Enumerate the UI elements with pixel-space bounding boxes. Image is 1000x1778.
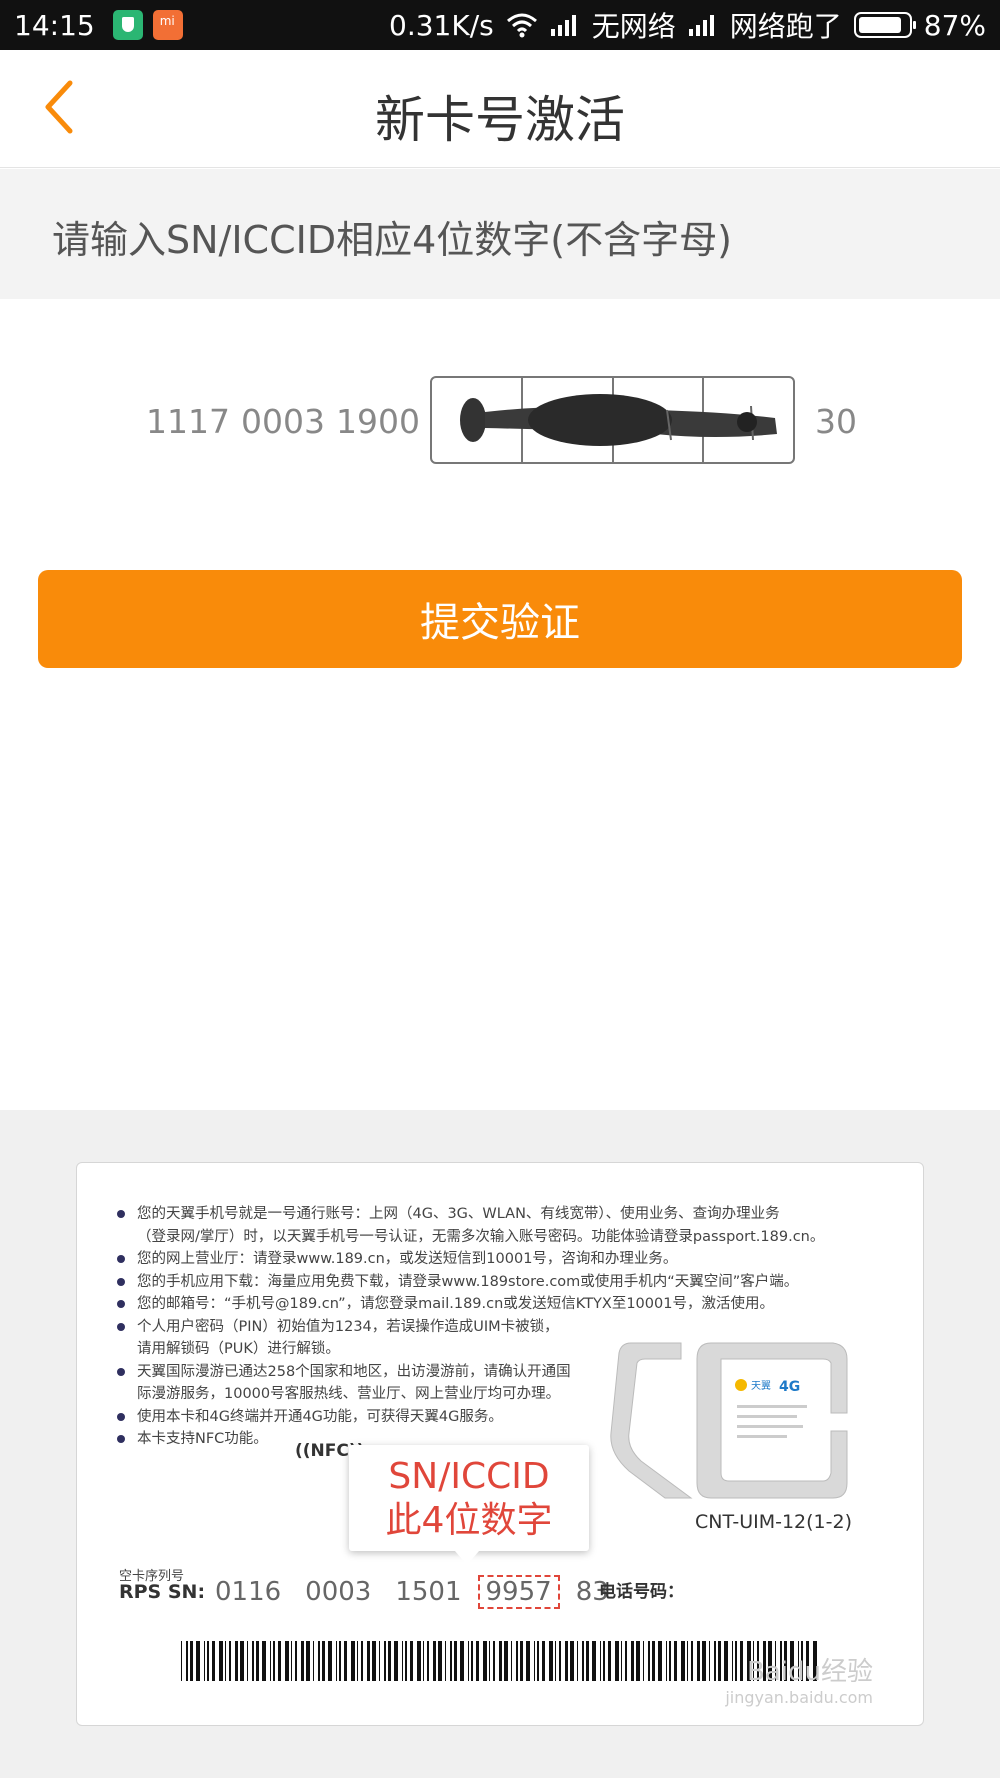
redaction-scribble — [460, 394, 777, 446]
sn-prefix-group-2: 0003 — [241, 402, 325, 441]
card-bullet: 您的网上营业厅：请登录www.189.cn，或发送短信到10001号，咨询和办理… — [117, 1248, 907, 1271]
watermark-text: Baidu经验 — [747, 1657, 873, 1687]
instruction-text: 请输入SN/ICCID相应4位数字(不含字母) — [52, 218, 732, 262]
svg-text:天翼: 天翼 — [751, 1380, 771, 1392]
card-sn-group: 0003 — [305, 1577, 372, 1607]
network-speed: 0.31K/s — [389, 8, 494, 42]
mi-store-icon — [152, 10, 183, 40]
watermark-url: jingyan.baidu.com — [725, 1688, 873, 1707]
card-sn-group: 0116 — [215, 1577, 282, 1607]
status-right: 0.31K/s 无网络 网络跑了 87% — [389, 5, 986, 45]
sim-model-label: CNT-UIM-12(1-2) — [695, 1511, 852, 1533]
sn-callout: SN/ICCID 此4位数字 — [349, 1445, 589, 1565]
sn-input-row: 1117 0003 1900 30 — [0, 370, 1000, 470]
card-sn-highlight-group: 9957 — [477, 1575, 560, 1609]
submit-verify-button[interactable]: 提交验证 — [38, 570, 962, 668]
baidu-watermark: Baidu经验 jingyan.baidu.com — [725, 1651, 873, 1707]
security-shield-icon — [112, 10, 143, 40]
sn-suffix: 30 — [815, 402, 857, 441]
callout-line-2: 此4位数字 — [385, 1500, 553, 1541]
card-bullet: 您的手机应用下载：海量应用免费下载，请登录www.189store.com或使用… — [117, 1271, 907, 1294]
network-status-1: 无网络 — [591, 10, 676, 43]
hint-area: 您的天翼手机号就是一号通行账号：上网（4G、3G、WLAN、有线宽带）、使用业务… — [0, 1110, 1000, 1778]
sn-label: RPS SN: — [119, 1581, 206, 1603]
page-title: 新卡号激活 — [375, 91, 625, 149]
signal-icon — [550, 13, 580, 37]
card-bullet: 您的天翼手机号就是一号通行账号：上网（4G、3G、WLAN、有线宽带）、使用业务… — [117, 1203, 907, 1226]
instruction-banner: 请输入SN/ICCID相应4位数字(不含字母) — [0, 169, 1000, 299]
card-bullet: 您的邮箱号：“手机号@189.cn”，请您登录mail.189.cn或发送短信K… — [117, 1293, 907, 1316]
callout-line-1: SN/ICCID — [388, 1456, 550, 1497]
status-time: 14:15 — [14, 8, 95, 42]
sn-prefix-group-1: 1117 — [146, 402, 230, 441]
phone-number-label: 电话号码： — [599, 1582, 684, 1602]
sim-card-sample-image: 您的天翼手机号就是一号通行账号：上网（4G、3G、WLAN、有线宽带）、使用业务… — [76, 1162, 924, 1726]
network-status-2: 网络跑了 — [729, 10, 842, 43]
battery-icon — [853, 12, 916, 38]
status-bar: 14:15 0.31K/s 无网络 网络跑了 87% — [0, 0, 1000, 50]
signal-icon-2 — [688, 13, 718, 37]
nav-bar: 新卡号激活 — [0, 50, 1000, 168]
sn-prefix-group-3: 1900 — [336, 402, 420, 441]
sim-cutout-icon: 天翼 4G — [610, 1342, 848, 1499]
battery-percent: 87% — [923, 8, 986, 42]
card-sn-groups: 0116 0003 1501 9957 83 — [215, 1575, 609, 1609]
card-sn-group: 1501 — [395, 1577, 462, 1607]
svg-text:4G: 4G — [779, 1379, 800, 1395]
card-bullet: （登录网/掌厅）时，以天翼手机号一号认证，无需多次输入账号密码。功能体验请登录p… — [137, 1228, 825, 1245]
wifi-icon — [506, 12, 538, 38]
